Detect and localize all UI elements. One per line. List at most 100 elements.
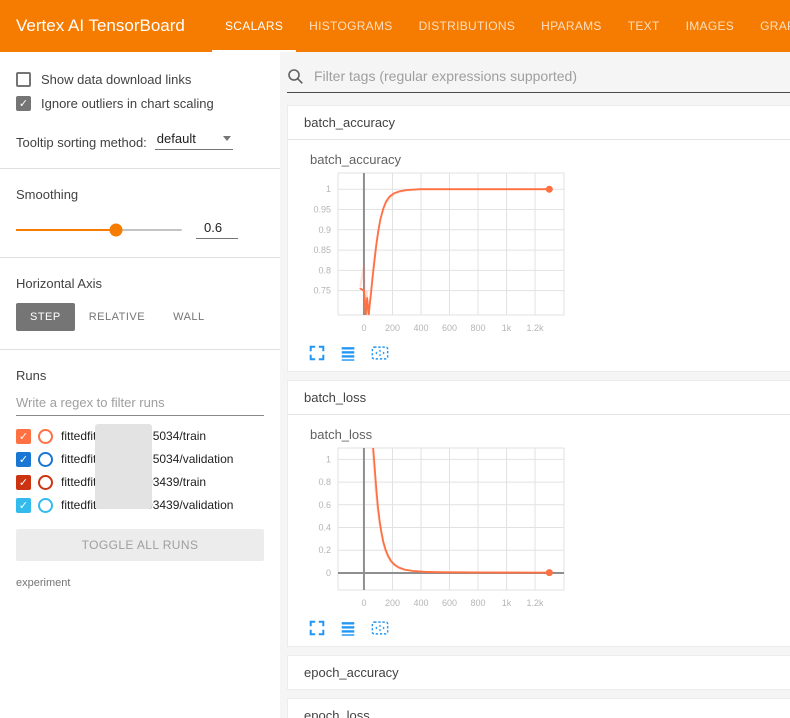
svg-text:1k: 1k [502,598,512,608]
runs-list: ✓fittedfit-165034/train✓fittedfit-165034… [16,428,264,513]
fullscreen-icon [308,344,326,362]
run-checkbox[interactable]: ✓ [16,498,31,513]
tab-images[interactable]: IMAGES [673,0,747,52]
redaction-overlay [95,424,152,509]
card-body: batch_accuracy 1 0.95 0.9 0.85 0.8 0.75 0 200 40… [288,140,790,371]
chart-title: batch_loss [310,427,790,442]
run-color-circle[interactable] [38,429,53,444]
tooltip-sorting-select[interactable]: default [155,131,233,150]
svg-text:0.8: 0.8 [318,265,331,275]
settings-sidebar: Show data download links ✓ Ignore outlie… [0,52,280,718]
svg-text:200: 200 [385,323,400,333]
runs-label: Runs [16,368,264,383]
search-icon [287,68,304,85]
svg-text:0.2: 0.2 [318,545,331,555]
nav-tabs: SCALARS HISTOGRAMS DISTRIBUTIONS HPARAMS… [212,0,790,52]
toggle-all-runs-button[interactable]: TOGGLE ALL RUNS [16,529,264,561]
svg-text:600: 600 [442,598,457,608]
card-body: batch_loss 10.80.60.40.2002004006008001k… [288,415,790,646]
svg-text:1: 1 [326,184,331,194]
tooltip-sorting-label: Tooltip sorting method: [16,135,147,150]
batch-accuracy-chart[interactable]: 10.950.90.850.80.7502004006008001k1.2k [302,169,567,341]
svg-text:0: 0 [326,568,331,578]
section-header[interactable]: batch_loss [288,381,790,415]
svg-text:0.95: 0.95 [313,205,331,215]
svg-text:0.75: 0.75 [313,286,331,296]
tab-scalars[interactable]: SCALARS [212,0,296,52]
section-header[interactable]: epoch_accuracy [288,656,790,689]
svg-text:0.4: 0.4 [318,523,331,533]
checkbox-label: Ignore outliers in chart scaling [41,96,214,111]
svg-text:1k: 1k [502,323,512,333]
section-header[interactable]: batch_accuracy [288,106,790,140]
svg-text:200: 200 [385,598,400,608]
card-epoch-loss: epoch_loss [287,698,790,718]
divider [0,168,280,169]
expand-chart-button[interactable] [308,618,328,638]
app-title: Vertex AI TensorBoard [0,16,212,36]
divider [0,257,280,258]
axis-relative-button[interactable]: RELATIVE [75,303,159,331]
svg-text:400: 400 [413,323,428,333]
smoothing-slider-row: 0.6 [16,220,264,239]
smoothing-slider[interactable] [16,229,182,231]
axis-wall-button[interactable]: WALL [159,303,219,331]
run-checkbox[interactable]: ✓ [16,475,31,490]
checkbox-icon[interactable]: ✓ [16,96,31,111]
horizontal-bars-icon [339,619,357,637]
fullscreen-icon [308,619,326,637]
fit-domain-button[interactable] [370,618,390,638]
log-scale-button[interactable] [339,343,359,363]
tag-filter-input[interactable] [312,67,790,85]
card-epoch-accuracy: epoch_accuracy [287,655,790,690]
svg-text:0.85: 0.85 [313,245,331,255]
svg-text:0: 0 [361,598,366,608]
app-header: Vertex AI TensorBoard SCALARS HISTOGRAMS… [0,0,790,52]
runs-filter-input[interactable] [16,389,264,416]
log-scale-button[interactable] [339,618,359,638]
tab-histograms[interactable]: HISTOGRAMS [296,0,405,52]
card-batch-accuracy: batch_accuracy batch_accuracy 1 0.95 0.9 0.… [287,105,790,372]
run-checkbox[interactable]: ✓ [16,429,31,444]
smoothing-value[interactable]: 0.6 [196,220,238,239]
fit-domain-icon [370,619,390,637]
show-download-links-checkbox[interactable]: Show data download links [16,72,264,87]
fit-domain-icon [370,344,390,362]
run-color-circle[interactable] [38,498,53,513]
smoothing-label: Smoothing [16,187,264,202]
batch-loss-chart[interactable]: 10.80.60.40.2002004006008001k1.2k [302,444,567,616]
divider [0,349,280,350]
tab-hparams[interactable]: HPARAMS [528,0,615,52]
axis-step-button[interactable]: STEP [16,303,75,331]
fit-domain-button[interactable] [370,343,390,363]
run-checkbox[interactable]: ✓ [16,452,31,467]
tag-filter-row [287,67,790,93]
run-color-circle[interactable] [38,475,53,490]
tooltip-sorting-value: default [157,131,196,146]
horizontal-axis-label: Horizontal Axis [16,276,264,291]
svg-text:0: 0 [361,323,366,333]
chart-toolbar [308,343,790,363]
expand-chart-button[interactable] [308,343,328,363]
tab-distributions[interactable]: DISTRIBUTIONS [406,0,529,52]
svg-text:0.9: 0.9 [318,225,331,235]
card-batch-loss: batch_loss batch_loss 10.80.60.40.200200… [287,380,790,647]
slider-thumb[interactable] [109,223,122,236]
run-color-circle[interactable] [38,452,53,467]
svg-text:800: 800 [471,323,486,333]
horizontal-axis-buttons: STEP RELATIVE WALL [16,303,264,331]
section-header[interactable]: epoch_loss [288,699,790,718]
tooltip-sorting-row: Tooltip sorting method: default [16,131,264,150]
scalars-main: batch_accuracy batch_accuracy 1 0.95 0.9 0.… [280,52,790,718]
chart-toolbar [308,618,790,638]
tab-graphs[interactable]: GRAPHS [747,0,790,52]
checkbox-icon[interactable] [16,72,31,87]
experiment-label: experiment [16,577,264,589]
tab-text[interactable]: TEXT [615,0,673,52]
chart-title: batch_accuracy [310,152,790,167]
slider-fill [16,229,116,231]
svg-text:1.2k: 1.2k [527,598,545,608]
svg-text:1.2k: 1.2k [527,323,545,333]
ignore-outliers-checkbox[interactable]: ✓ Ignore outliers in chart scaling [16,96,264,111]
checkbox-label: Show data download links [41,72,191,87]
